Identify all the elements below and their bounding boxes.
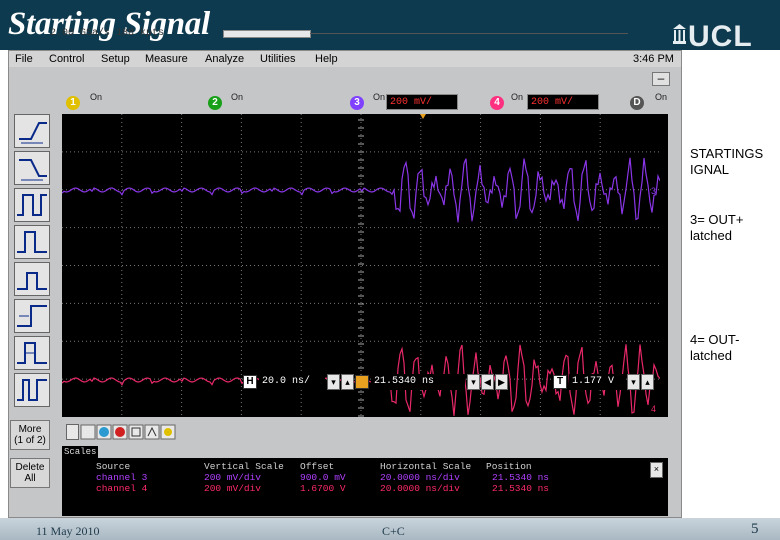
menu-analyze[interactable]: Analyze [205,53,244,65]
row-ch3-offset: 900.0 mV [300,472,346,483]
menu-file[interactable]: File [15,53,33,65]
delete-all-button[interactable]: Delete All [10,458,50,488]
row-ch3-source: channel 3 [96,472,148,483]
header-horizontal-scale: Horizontal Scale [380,461,472,472]
glitch-icon [17,231,47,253]
trace-3-marker: 3 [651,186,656,196]
row-ch4-source: channel 4 [96,483,148,494]
header-source: Source [96,461,131,472]
footer-date: 11 May 2010 [36,524,100,538]
waveform-canvas: 34 [62,114,660,417]
digital-channel-badge[interactable]: D [630,96,644,110]
row-ch4-vscale: 200 mV/div [204,483,262,494]
channel-2-badge[interactable]: 2 [208,96,222,110]
delay-left-button[interactable]: ◀ [481,374,494,390]
delay-down-button[interactable]: ▾ [467,374,480,390]
more-button[interactable]: More (1 of 2) [10,420,50,450]
trigger-up-button[interactable]: ▴ [641,374,654,390]
horizontal-down-button[interactable]: ▾ [327,374,340,390]
toolbar-icons [80,424,176,440]
digital-on-label[interactable]: On [655,93,667,102]
pattern-trigger-button[interactable] [14,373,50,407]
footer-center-text: C+C [382,524,405,538]
rising-edge-icon [19,122,47,144]
setup-hold-trigger-button[interactable] [14,299,50,333]
panel-close-button[interactable]: × [650,462,663,478]
transition-icon [17,342,47,364]
runt-icon [17,272,47,290]
note-out-minus: 4= OUT- latched [690,332,740,363]
falling-edge-trigger-button[interactable] [14,151,50,185]
delay-right-button[interactable]: ▶ [495,374,508,390]
delay-field[interactable]: 21.5340 ns [371,374,465,390]
page-number: 5 [751,521,759,537]
transition-trigger-button[interactable] [14,336,50,370]
waveform-display[interactable]: 34 [62,114,668,417]
clock: 3:46 PM [633,53,674,65]
scales-tab[interactable]: Scales [62,446,98,458]
channel-3-scale-field[interactable]: 200 mV/ [386,94,458,110]
trigger-label: T [553,375,567,389]
sun-icon [164,428,172,436]
channel-3-badge[interactable]: 3 [350,96,364,110]
header-position: Position [486,461,532,472]
channel-3-on-label[interactable]: On [373,93,385,102]
stop-icon [115,427,125,437]
menu-help[interactable]: Help [315,53,338,65]
menu-control[interactable]: Control [49,53,84,65]
ucl-logo: UCL [688,20,753,53]
pulse-width-icon [17,194,47,216]
horizontal-label: H [243,375,257,389]
measurement-panel: Source Vertical Scale Offset Horizontal … [62,458,668,516]
pulse-width-trigger-button[interactable] [14,188,50,222]
row-ch3-hscale: 20.0000 ns/div [380,472,460,483]
channel-1-on-label[interactable]: On [90,93,102,102]
note-out-plus: 3= OUT+ latched [690,212,744,243]
menu-utilities[interactable]: Utilities [260,53,295,65]
menu-bar: File Control Setup Measure Analyze Utili… [9,51,681,67]
rising-edge-trigger-button[interactable] [14,114,50,148]
falling-edge-icon [19,159,47,181]
note-starting-signal: STARTINGS IGNAL [690,146,764,177]
row-ch3-position: 21.5340 ns [492,472,550,483]
toolbar-marker-button[interactable] [66,424,79,440]
channel-2-on-label[interactable]: On [231,93,243,102]
horizontal-scale-field[interactable]: 20.0 ns/ [259,374,325,390]
channel-1-badge[interactable]: 1 [66,96,80,110]
header-offset: Offset [300,461,335,472]
run-icon [99,427,109,437]
acquisition-info: 2.00 GSa/s 188 kpts [50,28,165,39]
trace-4-marker: 4 [651,404,656,414]
setup-hold-icon [17,305,47,327]
acquisition-bar [223,30,311,38]
menu-setup[interactable]: Setup [101,53,130,65]
glitch-trigger-button[interactable] [14,225,50,259]
row-ch4-position: 21.5340 ns [492,483,550,494]
menu-measure[interactable]: Measure [145,53,188,65]
channel-4-on-label[interactable]: On [511,93,523,102]
trigger-down-button[interactable]: ▾ [627,374,640,390]
acquisition-divider [310,33,628,34]
channel-4-badge[interactable]: 4 [490,96,504,110]
horizontal-up-button[interactable]: ▴ [341,374,354,390]
delay-marker [355,375,369,389]
row-ch3-vscale: 200 mV/div [204,472,262,483]
trigger-level-field[interactable]: 1.177 V [569,374,625,390]
runt-trigger-button[interactable] [14,262,50,296]
header-vertical-scale: Vertical Scale [204,461,284,472]
row-ch4-offset: 1.6700 V [300,483,346,494]
pattern-icon [17,379,47,401]
row-ch4-hscale: 20.0000 ns/div [380,483,460,494]
ucl-portico-icon [673,24,686,44]
channel-4-scale-field[interactable]: 200 mV/ [527,94,599,110]
minimize-button[interactable]: – [652,72,670,86]
